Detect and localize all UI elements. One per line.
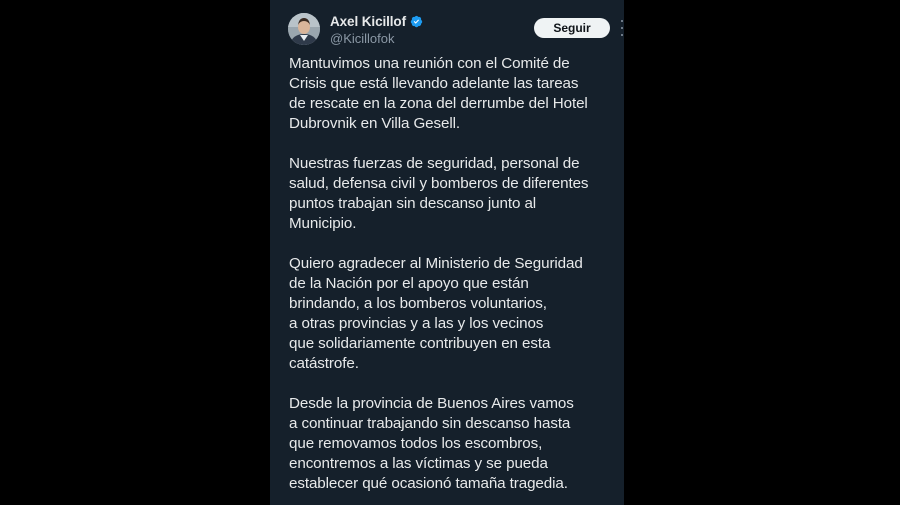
tweet-card: Axel Kicillof @Kicillofok Seguir Mantuvi… — [270, 0, 624, 505]
author-handle[interactable]: @Kicillofok — [330, 31, 423, 46]
avatar-image — [288, 13, 320, 45]
tweet-text-line: Mantuvimos una reunión con el Comité de — [289, 55, 570, 72]
tweet-text-line: establecer qué ocasionó tamaña tragedia. — [289, 475, 568, 492]
author-name[interactable]: Axel Kicillof — [330, 14, 406, 29]
follow-button[interactable]: Seguir — [534, 18, 610, 38]
tweet-text-line: de la Nación por el apoyo que están — [289, 275, 529, 292]
tweet-text-line: encontremos a las víctimas y se pueda — [289, 455, 548, 472]
tweet-text-line: que solidariamente contribuyen en esta — [289, 335, 551, 352]
tweet-text-line: Desde la provincia de Buenos Aires vamos — [289, 395, 574, 412]
tweet-text: Mantuvimos una reunión con el Comité de … — [289, 54, 619, 505]
tweet-text-line: salud, defensa civil y bomberos de difer… — [289, 175, 589, 192]
tweet-paragraph: Nuestras fuerzas de seguridad, personal … — [289, 154, 619, 234]
tweet-paragraph: Mantuvimos una reunión con el Comité de … — [289, 54, 619, 134]
tweet-paragraph: Quiero agradecer al Ministerio de Seguri… — [289, 254, 619, 374]
tweet-text-line: puntos trabajan sin descanso junto al — [289, 195, 537, 212]
tweet-text-line: Crisis que está llevando adelante las ta… — [289, 75, 579, 92]
verified-badge-icon — [410, 15, 423, 28]
tweet-text-line: Nuestras fuerzas de seguridad, personal … — [289, 155, 580, 172]
author-info: Axel Kicillof @Kicillofok — [330, 13, 423, 46]
more-options-icon[interactable] — [617, 20, 624, 36]
author-name-row: Axel Kicillof — [330, 13, 423, 30]
tweet-text-line: Quiero agradecer al Ministerio de Seguri… — [289, 255, 583, 272]
tweet-text-line: de rescate en la zona del derrumbe del H… — [289, 95, 588, 112]
tweet-text-line: Municipio. — [289, 215, 357, 232]
screenshot-stage: Axel Kicillof @Kicillofok Seguir Mantuvi… — [0, 0, 900, 505]
tweet-text-line: a continuar trabajando sin descanso hast… — [289, 415, 571, 432]
tweet-text-line: que removamos todos los escombros, — [289, 435, 543, 452]
tweet-text-line: catástrofe. — [289, 355, 359, 372]
tweet-text-line: Dubrovnik en Villa Gesell. — [289, 115, 461, 132]
tweet-text-line: a otras provincias y a las y los vecinos — [289, 315, 544, 332]
tweet-paragraph: Desde la provincia de Buenos Aires vamos… — [289, 394, 619, 494]
author-avatar[interactable] — [288, 13, 320, 45]
tweet-header: Axel Kicillof @Kicillofok Seguir — [288, 12, 623, 50]
tweet-text-line: brindando, a los bomberos voluntarios, — [289, 295, 547, 312]
